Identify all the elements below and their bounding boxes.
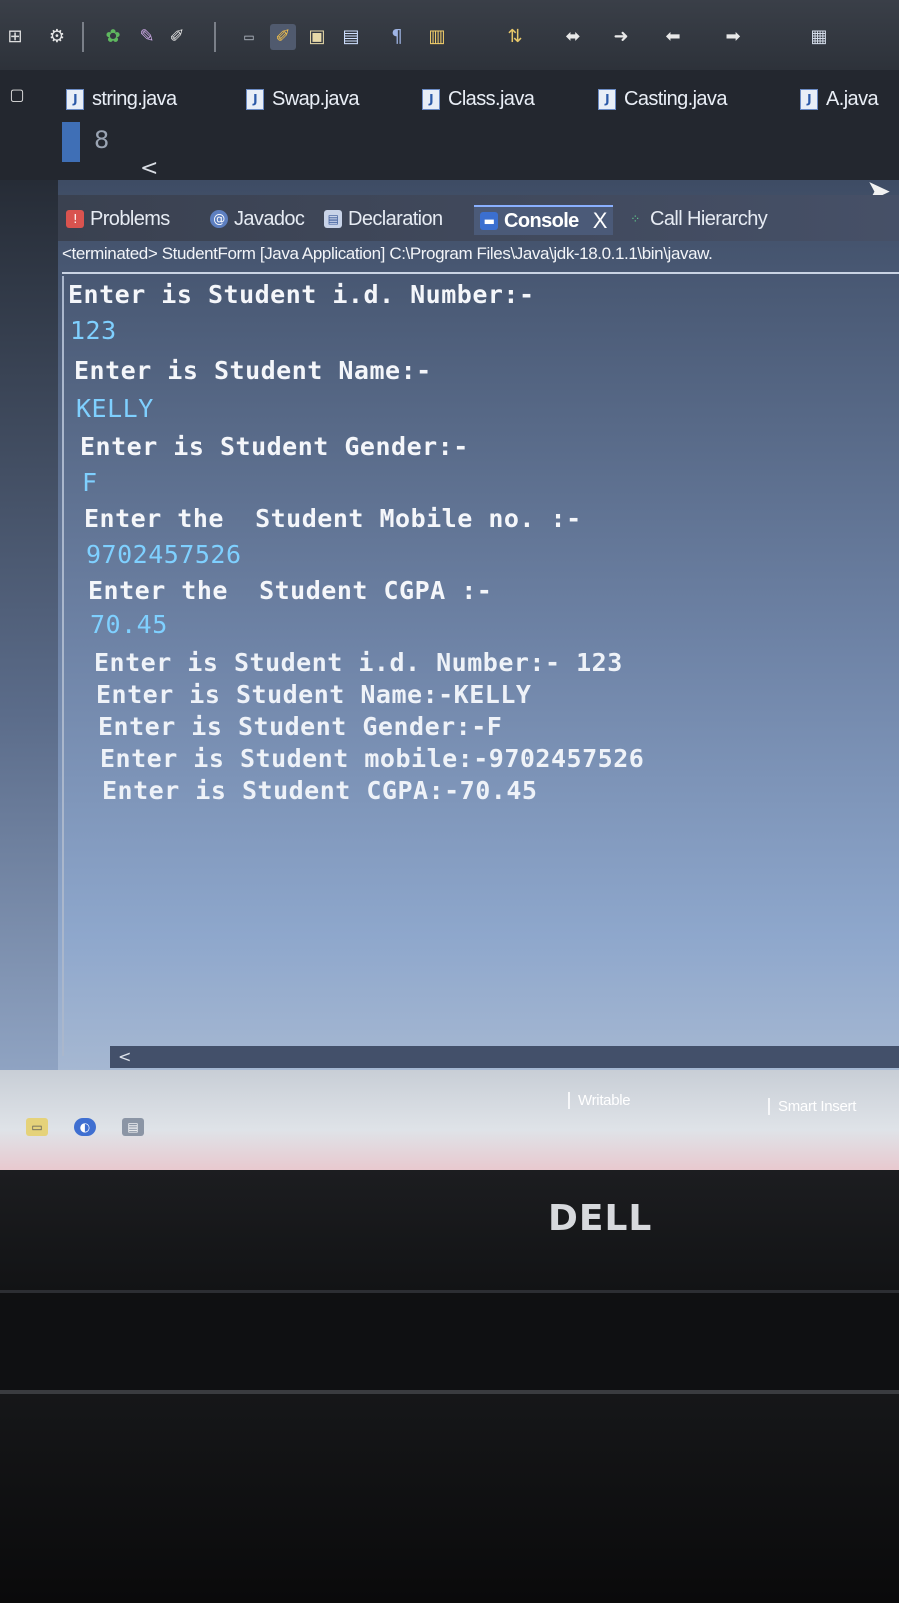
monitor-bezel <box>0 1170 899 1290</box>
tab-javadoc[interactable]: @ Javadoc <box>210 205 305 233</box>
toolbar-separator <box>82 22 84 52</box>
tab-label: Casting.java <box>624 87 727 110</box>
tab-class-java[interactable]: J Class.java <box>422 84 535 114</box>
console-icon: ▬ <box>480 212 498 230</box>
tab-console[interactable]: ▬ Console X <box>474 205 613 235</box>
open-type-icon[interactable]: ▣ <box>304 24 330 50</box>
laptop-hinge <box>0 1290 899 1393</box>
console-input-line: 70.45 <box>90 610 168 639</box>
tab-casting-java[interactable]: J Casting.java <box>598 84 727 114</box>
keyboard-icon[interactable]: ▤ <box>122 1118 144 1136</box>
run-icon[interactable]: ✿ <box>100 24 126 50</box>
gutter-marker <box>62 122 80 162</box>
debug-icon[interactable]: ⚙ <box>44 24 70 50</box>
forward-icon[interactable]: ➜ <box>608 24 634 50</box>
java-file-icon: J <box>66 88 84 110</box>
tab-declaration[interactable]: ▤ Declaration <box>324 205 443 233</box>
writable-status: Writable <box>568 1092 631 1109</box>
java-file-icon: J <box>246 88 264 110</box>
horizontal-scrollbar[interactable]: < <box>110 1046 899 1068</box>
console-line: Enter is Student Name:- <box>74 356 432 385</box>
console-input-line: 9702457526 <box>86 540 242 569</box>
pin-icon[interactable]: ▥ <box>424 24 450 50</box>
tab-label: Javadoc <box>234 207 305 230</box>
tab-label: Problems <box>90 207 170 230</box>
left-panel <box>0 180 58 1070</box>
editor-scroll-left[interactable]: < <box>140 156 158 181</box>
main-toolbar: ⊞ ⚙ ✿ ✎ ✐ ▭ ✐ ▣ ▤ ¶ ▥ ⇅ ⬌ ➜ ⬅ ➡ ▦ <box>0 0 899 70</box>
brush-icon[interactable]: ✎ <box>134 24 160 50</box>
perspective-icon[interactable]: ▦ <box>806 24 832 50</box>
update-icon[interactable]: ◐ <box>74 1118 96 1136</box>
console-line: Enter the Student CGPA :- <box>88 576 493 605</box>
console-input-line: KELLY <box>76 394 154 423</box>
tab-label: Call Hierarchy <box>650 207 768 230</box>
screen: ⊞ ⚙ ✿ ✎ ✐ ▭ ✐ ▣ ▤ ¶ ▥ ⇅ ⬌ ➜ ⬅ ➡ ▦ ▢ Jstr… <box>0 0 899 1170</box>
console-line: Enter is Student mobile:-9702457526 <box>100 744 645 773</box>
save-icon[interactable]: ▭ <box>236 24 262 50</box>
insert-mode-status: Smart Insert <box>768 1098 856 1115</box>
status-bar: Writable Smart Insert ▭ ◐ ▤ <box>0 1070 899 1170</box>
folder-icon[interactable]: ▭ <box>26 1118 48 1136</box>
tab-label: string.java <box>92 87 177 110</box>
declaration-icon: ▤ <box>324 210 342 228</box>
javadoc-icon: @ <box>210 210 228 228</box>
back-icon[interactable]: ⬌ <box>560 24 586 50</box>
console-line: Enter is Student i.d. Number:- <box>68 280 535 309</box>
paragraph-icon[interactable]: ¶ <box>384 24 410 50</box>
previous-edit-icon[interactable]: ⬅ <box>660 24 686 50</box>
console-input-line: 123 <box>70 316 117 345</box>
editor-tab-bar: ▢ Jstring.java J Swap.java J Class.java JC… <box>0 70 899 209</box>
tab-label: Swap.java <box>272 87 359 110</box>
toolbar-separator <box>214 22 216 52</box>
tab-problems[interactable]: ! Problems <box>66 205 170 233</box>
new-wizard-icon[interactable]: ⊞ <box>2 24 28 50</box>
console-line: Enter the Student Mobile no. :- <box>84 504 582 533</box>
console-line: Enter is Student CGPA:-70.45 <box>102 776 538 805</box>
brush-active-icon[interactable]: ✐ <box>270 24 296 50</box>
console-line: Enter is Student Gender:-F <box>98 712 503 741</box>
toggle-icon[interactable]: ▤ <box>338 24 364 50</box>
tab-label: A.java <box>826 87 879 110</box>
tab-label: Declaration <box>348 207 443 230</box>
line-number: 8 <box>94 126 110 154</box>
tab-swap-java[interactable]: J Swap.java <box>246 84 359 114</box>
console-line: Enter is Student i.d. Number:- 123 <box>94 648 623 677</box>
open-type-icon[interactable]: ✐ <box>164 24 190 50</box>
tab-string-java[interactable]: Jstring.java <box>66 84 177 114</box>
view-tab-bar: ! Problems @ Javadoc ▤ Declaration ▬ Console… <box>58 195 899 241</box>
tab-label: Console <box>504 209 579 232</box>
call-hierarchy-icon: ⁘ <box>630 212 640 226</box>
next-edit-icon[interactable]: ➡ <box>720 24 746 50</box>
java-file-icon: J <box>800 88 818 110</box>
dell-logo: DELL <box>548 1198 653 1239</box>
problems-icon: ! <box>66 210 84 228</box>
java-file-icon: J <box>598 88 616 110</box>
laptop-base <box>0 1390 899 1603</box>
minimize-icon[interactable]: ▢ <box>4 82 30 108</box>
scroll-left-arrow[interactable]: < <box>118 1047 131 1066</box>
console-output: Enter is Student i.d. Number:- 123 Enter… <box>62 276 899 1056</box>
tab-label: Class.java <box>448 87 535 110</box>
tab-call-hierarchy[interactable]: ⁘ Call Hierarchy <box>626 205 768 233</box>
close-icon[interactable]: X <box>593 208 608 234</box>
console-line: Enter is Student Name:-KELLY <box>96 680 532 709</box>
java-file-icon: J <box>422 88 440 110</box>
next-annotation-icon[interactable]: ⇅ <box>502 24 528 50</box>
tab-a-java[interactable]: J A.java <box>800 84 879 114</box>
console-line: Enter is Student Gender:- <box>80 432 469 461</box>
console-input-line: F <box>82 468 98 497</box>
console-status: <terminated> StudentForm [Java Applicati… <box>62 244 899 274</box>
